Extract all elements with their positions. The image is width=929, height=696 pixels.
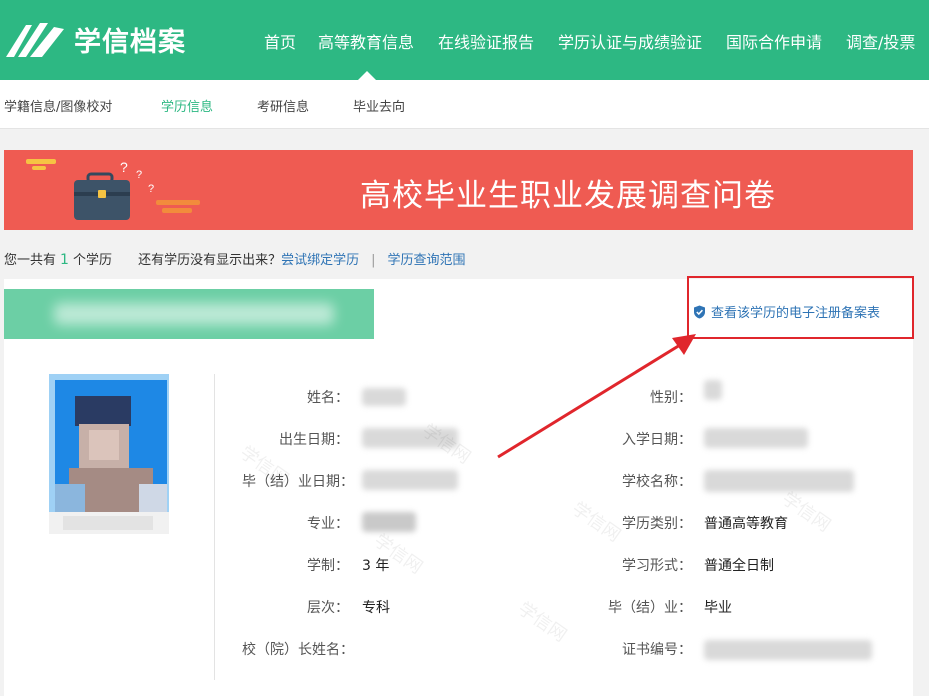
nav-survey[interactable]: 调查/投票 bbox=[846, 29, 915, 53]
label-study-mode: 学习形式： bbox=[622, 558, 692, 574]
label-certificate-number: 证书编号： bbox=[622, 642, 692, 658]
nav-certification[interactable]: 学历认证与成绩验证 bbox=[558, 29, 702, 53]
subnav-graduation-destination[interactable]: 毕业去向 bbox=[353, 96, 405, 115]
blurred-school-name bbox=[54, 303, 334, 325]
value-completion-status: 毕业 bbox=[704, 600, 732, 616]
label-completion-status: 毕（结）业： bbox=[608, 600, 692, 616]
summary-prefix: 您一共有 bbox=[4, 253, 57, 268]
view-record-link[interactable]: 查看该学历的电子注册备案表 bbox=[693, 302, 880, 321]
nav-online-report[interactable]: 在线验证报告 bbox=[438, 29, 534, 53]
svg-text:?: ? bbox=[136, 169, 142, 181]
svg-text:?: ? bbox=[120, 159, 128, 175]
label-president-name: 校（院）长姓名： bbox=[242, 642, 354, 658]
value-level: 专科 bbox=[362, 600, 390, 616]
masked-certificate-number bbox=[704, 640, 872, 660]
query-scope-link[interactable]: 学历查询范围 bbox=[388, 253, 466, 268]
label-gender: 性别： bbox=[650, 390, 692, 406]
label-degree-type: 学历类别： bbox=[622, 516, 692, 532]
degree-summary: 您一共有 1 个学历 还有学历没有显示出来？尝试绑定学历 | 学历查询范围 bbox=[4, 249, 466, 268]
subnav-degree-info[interactable]: 学历信息 bbox=[161, 96, 213, 115]
active-nav-indicator bbox=[358, 71, 376, 80]
svg-text:?: ? bbox=[148, 183, 154, 195]
masked-graduation-date bbox=[362, 470, 458, 490]
sub-nav: 学籍信息/图像校对 学历信息 考研信息 毕业去向 bbox=[0, 80, 929, 129]
value-duration: 3 年 bbox=[362, 558, 390, 574]
label-major: 专业： bbox=[307, 516, 349, 532]
view-record-link-text: 查看该学历的电子注册备案表 bbox=[711, 306, 881, 321]
masked-enrollment-date bbox=[704, 428, 808, 448]
student-photo bbox=[49, 374, 169, 534]
degree-count: 1 bbox=[60, 252, 69, 268]
nav-higher-education[interactable]: 高等教育信息 bbox=[318, 29, 414, 53]
masked-birth-date bbox=[362, 428, 458, 448]
subnav-exam-info[interactable]: 考研信息 bbox=[257, 96, 309, 115]
masked-major bbox=[362, 512, 416, 532]
summary-suffix: 个学历 bbox=[72, 253, 112, 268]
label-level: 层次： bbox=[307, 600, 349, 616]
survey-banner[interactable]: ? ? ? 高校毕业生职业发展调查问卷 bbox=[4, 150, 913, 230]
masked-school-name bbox=[704, 470, 854, 492]
bind-degree-link[interactable]: 尝试绑定学历 bbox=[281, 253, 359, 268]
label-birth-date: 出生日期： bbox=[279, 432, 349, 448]
top-header: 学信档案 首页 高等教育信息 在线验证报告 学历认证与成绩验证 国际合作申请 调… bbox=[0, 0, 929, 80]
label-name: 姓名： bbox=[307, 390, 349, 406]
summary-question: 还有学历没有显示出来？ bbox=[138, 253, 282, 268]
value-study-mode: 普通全日制 bbox=[704, 558, 774, 574]
card-divider bbox=[214, 374, 215, 680]
label-graduation-date: 毕（结）业日期： bbox=[242, 474, 354, 490]
shield-icon bbox=[694, 305, 705, 318]
briefcase-illustration: ? ? ? bbox=[26, 159, 200, 220]
nav-home[interactable]: 首页 bbox=[264, 29, 296, 53]
nav-international[interactable]: 国际合作申请 bbox=[726, 29, 822, 53]
subnav-enrollment-info[interactable]: 学籍信息/图像校对 bbox=[4, 96, 112, 115]
school-name-strip bbox=[4, 289, 374, 339]
top-nav: 首页 高等教育信息 在线验证报告 学历认证与成绩验证 国际合作申请 调查/投票 bbox=[0, 0, 929, 80]
label-school-name: 学校名称： bbox=[622, 474, 692, 490]
banner-title: 高校毕业生职业发展调查问卷 bbox=[360, 178, 776, 214]
masked-name bbox=[362, 388, 406, 406]
label-enrollment-date: 入学日期： bbox=[622, 432, 692, 448]
masked-gender bbox=[704, 380, 722, 400]
summary-separator: | bbox=[371, 253, 376, 268]
value-degree-type: 普通高等教育 bbox=[704, 516, 788, 532]
label-duration: 学制： bbox=[307, 558, 349, 574]
